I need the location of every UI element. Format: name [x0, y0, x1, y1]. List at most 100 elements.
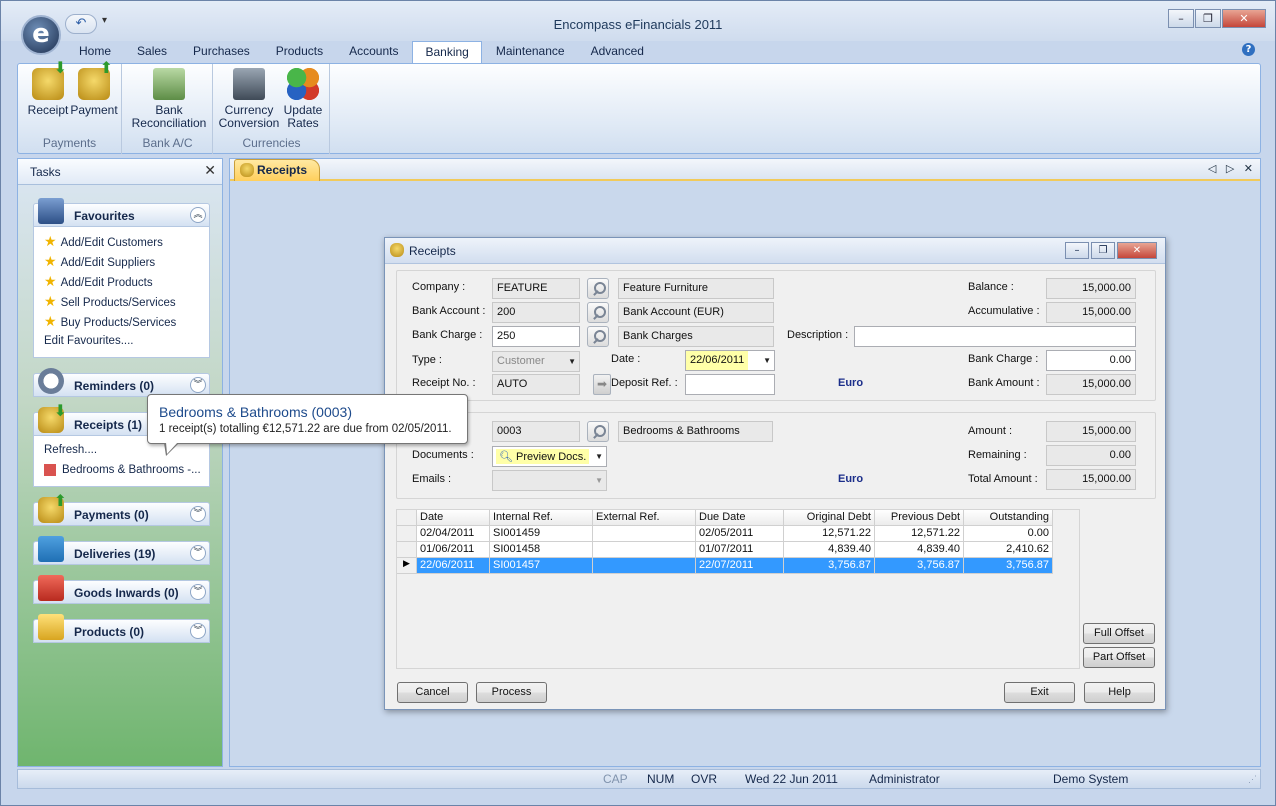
- tasks-close-icon[interactable]: ✕: [204, 163, 216, 179]
- collapse-icon[interactable]: ︽: [190, 207, 206, 223]
- help-icon[interactable]: ?: [1242, 43, 1255, 56]
- company-search-icon[interactable]: [587, 278, 609, 299]
- cell-due-date: 01/07/2011: [696, 542, 784, 558]
- tab-products[interactable]: Products: [264, 41, 335, 63]
- col-original-debt-header[interactable]: Original Debt: [784, 510, 875, 526]
- table-row[interactable]: 01/06/2011 SI001458 01/07/2011 4,839.40 …: [397, 542, 1053, 558]
- favourite-item[interactable]: ★ Add/Edit Products: [34, 271, 209, 291]
- tab-banking[interactable]: Banking: [412, 41, 482, 64]
- col-previous-debt-header[interactable]: Previous Debt: [875, 510, 964, 526]
- favourites-header[interactable]: Favourites ︽: [33, 198, 210, 227]
- bank-charge-amount-field[interactable]: 0.00: [1046, 350, 1136, 371]
- tab-accounts[interactable]: Accounts: [337, 41, 410, 63]
- expand-icon[interactable]: ︾: [190, 623, 206, 639]
- document-tab-receipts[interactable]: Receipts: [234, 159, 320, 181]
- tasks-title: Tasks: [30, 165, 61, 179]
- full-offset-button[interactable]: Full Offset: [1083, 623, 1155, 644]
- cancel-button[interactable]: Cancel: [397, 682, 468, 703]
- bank-reconciliation-button[interactable]: Bank Reconciliation: [127, 68, 211, 130]
- payment-button[interactable]: Payment: [70, 62, 118, 117]
- deliveries-header[interactable]: Deliveries (19) ︾: [33, 536, 210, 565]
- bank-account-code-field[interactable]: 200: [492, 302, 580, 323]
- part-offset-button[interactable]: Part Offset: [1083, 647, 1155, 668]
- favourites-book-icon: [38, 198, 64, 224]
- deposit-ref-field[interactable]: [685, 374, 775, 395]
- currency-label-1: Euro: [838, 377, 864, 389]
- goods-inwards-header[interactable]: Goods Inwards (0) ︾: [33, 575, 210, 604]
- expand-icon[interactable]: ︾: [190, 377, 206, 393]
- bank-charge-code-field[interactable]: 250: [492, 326, 580, 347]
- type-select[interactable]: Customer ▼: [492, 351, 580, 372]
- favourite-item[interactable]: ★ Sell Products/Services: [34, 291, 209, 311]
- col-outstanding-header[interactable]: Outstanding: [964, 510, 1053, 526]
- dialog-restore-button[interactable]: ❐: [1091, 242, 1115, 259]
- cell-due-date: 02/05/2011: [696, 526, 784, 542]
- description-field[interactable]: [854, 326, 1136, 347]
- expand-icon[interactable]: ︾: [190, 506, 206, 522]
- exit-button[interactable]: Exit: [1004, 682, 1075, 703]
- edit-favourites-link[interactable]: Edit Favourites....: [34, 331, 209, 351]
- favourite-item[interactable]: ★ Buy Products/Services: [34, 311, 209, 331]
- bank-charge-label: Bank Charge :: [412, 329, 483, 341]
- table-row-selected[interactable]: ▶ 22/06/2011 SI001457 22/07/2011 3,756.8…: [397, 558, 1053, 574]
- tab-sales[interactable]: Sales: [125, 41, 179, 63]
- help-button[interactable]: Help: [1084, 682, 1155, 703]
- amount-field[interactable]: 15,000.00: [1046, 421, 1136, 442]
- favourite-item[interactable]: ★ Add/Edit Suppliers: [34, 251, 209, 271]
- cell-internal-ref: SI001457: [490, 558, 593, 574]
- dialog-controls: – ❐ ✕: [1063, 242, 1157, 259]
- receipts-dialog: Receipts – ❐ ✕ Company : FEATURE Feature…: [384, 237, 1166, 710]
- receipt-button[interactable]: Receipt: [26, 62, 70, 117]
- tab-maintenance[interactable]: Maintenance: [484, 41, 577, 63]
- tooltip-title: Bedrooms & Bathrooms (0003): [159, 404, 352, 420]
- products-box-icon: [38, 614, 64, 640]
- bank-charge-search-icon[interactable]: [587, 326, 609, 347]
- tab-home[interactable]: Home: [67, 41, 123, 63]
- tab-purchases[interactable]: Purchases: [181, 41, 262, 63]
- document-nav-icons[interactable]: ◁ ▷ ✕: [1208, 162, 1256, 175]
- documents-select[interactable]: 🔍︎ Preview Docs. ▼: [492, 446, 607, 467]
- table-row[interactable]: 02/04/2011 SI001459 02/05/2011 12,571.22…: [397, 526, 1053, 542]
- bank-charge-name-field: Bank Charges: [618, 326, 774, 347]
- products-header[interactable]: Products (0) ︾: [33, 614, 210, 643]
- favourite-item[interactable]: ★ Add/Edit Customers: [34, 231, 209, 251]
- cell-original-debt: 3,756.87: [784, 558, 875, 574]
- expand-icon[interactable]: ︾: [190, 584, 206, 600]
- status-date: Wed 22 Jun 2011: [745, 772, 838, 786]
- customer-search-icon[interactable]: [587, 421, 609, 442]
- status-bar: CAP NUM OVR Wed 22 Jun 2011 Administrato…: [17, 769, 1261, 789]
- bank-account-search-icon[interactable]: [587, 302, 609, 323]
- process-button[interactable]: Process: [476, 682, 547, 703]
- favourites-title: Favourites: [74, 209, 135, 223]
- currency-conversion-button[interactable]: Currency Conversion: [218, 68, 280, 130]
- tab-advanced[interactable]: Advanced: [579, 41, 656, 63]
- tooltip-text: 1 receipt(s) totalling €12,571.22 are du…: [159, 423, 452, 435]
- chevron-down-icon: ▼: [568, 357, 576, 366]
- col-date-header[interactable]: Date: [417, 510, 490, 526]
- expand-icon[interactable]: ︾: [190, 545, 206, 561]
- payments-header[interactable]: Payments (0) ︾: [33, 491, 210, 526]
- restore-button[interactable]: ❐: [1195, 9, 1221, 28]
- update-rates-button[interactable]: Update Rates: [280, 68, 326, 130]
- col-internal-ref-header[interactable]: Internal Ref.: [490, 510, 593, 526]
- col-external-ref-header[interactable]: External Ref.: [593, 510, 696, 526]
- company-code-field[interactable]: FEATURE: [492, 278, 580, 299]
- reminders-title: Reminders (0): [74, 379, 155, 393]
- cell-previous-debt: 12,571.22: [875, 526, 964, 542]
- chevron-down-icon: ▼: [763, 356, 771, 365]
- emails-select[interactable]: ▼: [492, 470, 607, 491]
- date-picker[interactable]: 22/06/2011 ▼: [685, 350, 775, 371]
- minimize-button[interactable]: –: [1168, 9, 1194, 28]
- receipts-title: Receipts (1): [74, 418, 143, 432]
- resize-grip-icon[interactable]: ⋰: [1248, 774, 1257, 785]
- close-button[interactable]: ✕: [1222, 9, 1266, 28]
- next-arrow-icon[interactable]: ➡: [593, 374, 611, 395]
- dialog-minimize-button[interactable]: –: [1065, 242, 1089, 259]
- app-menu-logo-icon[interactable]: e: [21, 15, 61, 55]
- customer-code-field[interactable]: 0003: [492, 421, 580, 442]
- payment-icon: [78, 62, 113, 100]
- favourites-list: ★ Add/Edit Customers ★ Add/Edit Suppliers …: [33, 227, 210, 358]
- col-due-date-header[interactable]: Due Date: [696, 510, 784, 526]
- dialog-close-button[interactable]: ✕: [1117, 242, 1157, 259]
- receipt-item[interactable]: Bedrooms & Bathrooms -...: [34, 460, 209, 480]
